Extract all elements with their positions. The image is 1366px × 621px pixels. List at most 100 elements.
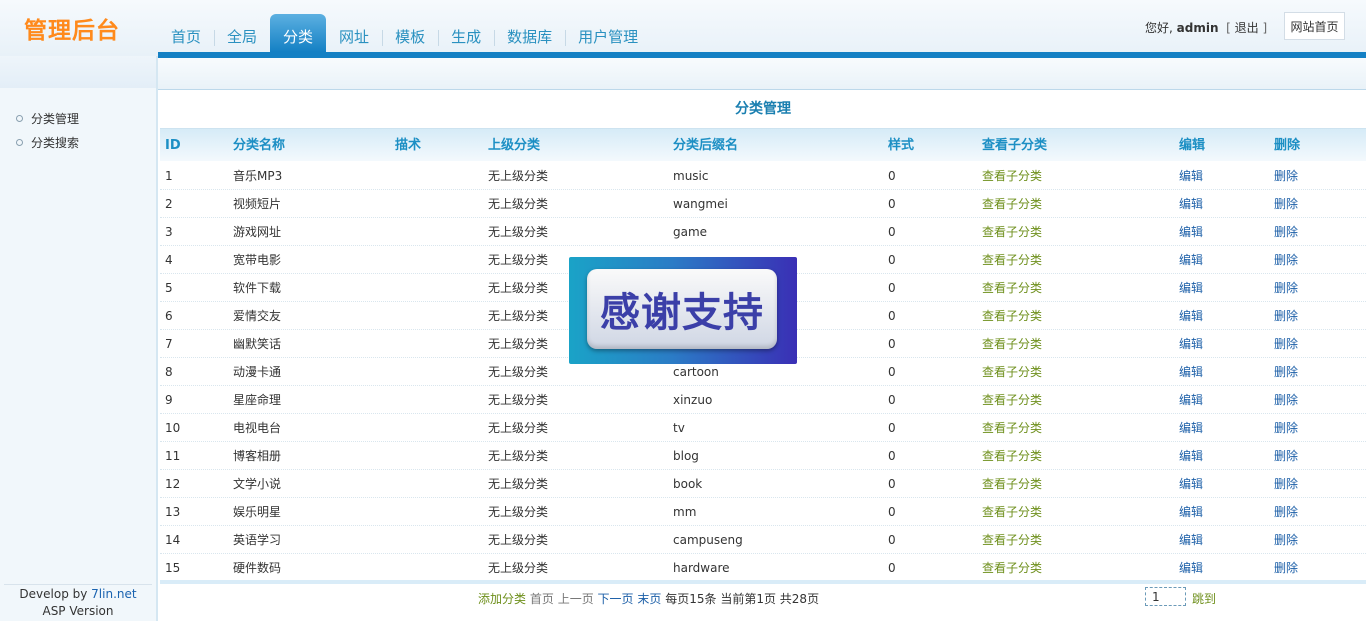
logout-link[interactable]: 退出 [1235, 21, 1259, 35]
next-page-link[interactable]: 下一页 [598, 592, 634, 606]
cell-style: 0 [888, 561, 896, 575]
table-header: ID 分类名称 描术 上级分类 分类后缀名 样式 查看子分类 编辑 删除 [160, 128, 1366, 161]
cell-name: 爱情交友 [233, 309, 282, 323]
cell-parent: 无上级分类 [488, 253, 549, 267]
view-children-link[interactable]: 查看子分类 [982, 190, 1042, 218]
edit-link[interactable]: 编辑 [1179, 358, 1203, 386]
col-header-parent: 上级分类 [488, 138, 541, 153]
nav-generate[interactable]: 生成 [438, 14, 494, 52]
delete-link[interactable]: 删除 [1274, 414, 1298, 442]
view-children-link[interactable]: 查看子分类 [982, 386, 1042, 414]
edit-link[interactable]: 编辑 [1179, 386, 1203, 414]
nav-user-management[interactable]: 用户管理 [565, 14, 651, 52]
edit-link[interactable]: 编辑 [1179, 330, 1203, 358]
top-nav: 首页 全局 分类 网址 模板 生成 数据库 用户管理 [158, 14, 651, 52]
delete-link[interactable]: 删除 [1274, 526, 1298, 554]
table-row: 11 博客相册 无上级分类 blog 0 查看子分类 编辑 删除 [160, 442, 1366, 470]
col-header-view-children: 查看子分类 [982, 138, 1048, 153]
view-children-link[interactable]: 查看子分类 [982, 442, 1042, 470]
circle-bullet-icon [16, 138, 23, 146]
last-page-link[interactable]: 末页 [637, 592, 661, 606]
view-children-link[interactable]: 查看子分类 [982, 470, 1042, 498]
nav-global[interactable]: 全局 [214, 14, 270, 52]
cell-parent: 无上级分类 [488, 393, 549, 407]
view-children-link[interactable]: 查看子分类 [982, 274, 1042, 302]
cell-suffix: hardware [673, 561, 730, 575]
edit-link[interactable]: 编辑 [1179, 470, 1203, 498]
sidebar-item-label: 分类搜索 [31, 135, 80, 150]
nav-database[interactable]: 数据库 [494, 14, 565, 52]
cell-id: 9 [165, 393, 173, 407]
cell-style: 0 [888, 309, 896, 323]
cell-suffix: xinzuo [673, 393, 713, 407]
delete-link[interactable]: 删除 [1274, 470, 1298, 498]
cell-style: 0 [888, 477, 896, 491]
sidebar-item-category-search[interactable]: 分类搜索 [16, 130, 79, 154]
cell-style: 0 [888, 281, 896, 295]
developer-link[interactable]: 7lin.net [91, 587, 136, 601]
edit-link[interactable]: 编辑 [1179, 274, 1203, 302]
edit-link[interactable]: 编辑 [1179, 162, 1203, 190]
view-children-link[interactable]: 查看子分类 [982, 358, 1042, 386]
cell-style: 0 [888, 225, 896, 239]
edit-link[interactable]: 编辑 [1179, 302, 1203, 330]
delete-link[interactable]: 删除 [1274, 162, 1298, 190]
nav-category[interactable]: 分类 [270, 14, 327, 52]
cell-name: 音乐MP3 [233, 169, 283, 183]
first-page-label: 首页 [529, 592, 554, 606]
view-children-link[interactable]: 查看子分类 [982, 414, 1042, 442]
edit-link[interactable]: 编辑 [1179, 526, 1203, 554]
delete-link[interactable]: 删除 [1274, 358, 1298, 386]
view-children-link[interactable]: 查看子分类 [982, 246, 1042, 274]
nav-url[interactable]: 网址 [326, 14, 382, 52]
cell-name: 博客相册 [233, 449, 282, 463]
view-children-link[interactable]: 查看子分类 [982, 498, 1042, 526]
sub-toolbar [158, 58, 1366, 90]
page-number-input[interactable] [1145, 587, 1186, 606]
edit-link[interactable]: 编辑 [1179, 442, 1203, 470]
delete-link[interactable]: 删除 [1274, 274, 1298, 302]
edit-link[interactable]: 编辑 [1179, 190, 1203, 218]
view-children-link[interactable]: 查看子分类 [982, 302, 1042, 330]
view-children-link[interactable]: 查看子分类 [982, 218, 1042, 246]
develop-credit: Develop by 7lin.net [4, 584, 152, 602]
nav-home[interactable]: 首页 [158, 14, 214, 52]
edit-link[interactable]: 编辑 [1179, 218, 1203, 246]
sidebar-item-category-management[interactable]: 分类管理 [16, 106, 79, 130]
version-label: ASP Version [42, 604, 114, 618]
cell-suffix: book [673, 477, 703, 491]
edit-link[interactable]: 编辑 [1179, 414, 1203, 442]
site-home-button[interactable]: 网站首页 [1284, 12, 1345, 40]
cell-parent: 无上级分类 [488, 561, 549, 575]
edit-link[interactable]: 编辑 [1179, 498, 1203, 526]
cell-style: 0 [888, 505, 896, 519]
cell-name: 游戏网址 [233, 225, 282, 239]
cell-id: 10 [165, 421, 181, 435]
thanks-banner-text: 感谢支持 [587, 269, 777, 349]
delete-link[interactable]: 删除 [1274, 330, 1298, 358]
edit-link[interactable]: 编辑 [1179, 554, 1203, 582]
prev-page-label: 上一页 [557, 592, 594, 606]
edit-link[interactable]: 编辑 [1179, 246, 1203, 274]
view-children-link[interactable]: 查看子分类 [982, 554, 1042, 582]
view-children-link[interactable]: 查看子分类 [982, 526, 1042, 554]
col-header-delete: 删除 [1274, 138, 1301, 153]
cell-name: 电视电台 [233, 421, 282, 435]
add-category-link[interactable]: 添加分类 [478, 592, 526, 606]
nav-template[interactable]: 模板 [382, 14, 438, 52]
delete-link[interactable]: 删除 [1274, 386, 1298, 414]
delete-link[interactable]: 删除 [1274, 218, 1298, 246]
view-children-link[interactable]: 查看子分类 [982, 162, 1042, 190]
view-children-link[interactable]: 查看子分类 [982, 330, 1042, 358]
delete-link[interactable]: 删除 [1274, 442, 1298, 470]
jump-button[interactable]: 跳到 [1192, 590, 1216, 607]
cell-parent: 无上级分类 [488, 421, 549, 435]
delete-link[interactable]: 删除 [1274, 554, 1298, 582]
delete-link[interactable]: 删除 [1274, 498, 1298, 526]
logo: 管理后台 [24, 18, 120, 44]
greeting: 您好, [1145, 21, 1173, 35]
user-area: 您好, admin [ 退出 ] [1145, 19, 1267, 36]
delete-link[interactable]: 删除 [1274, 302, 1298, 330]
delete-link[interactable]: 删除 [1274, 190, 1298, 218]
delete-link[interactable]: 删除 [1274, 246, 1298, 274]
